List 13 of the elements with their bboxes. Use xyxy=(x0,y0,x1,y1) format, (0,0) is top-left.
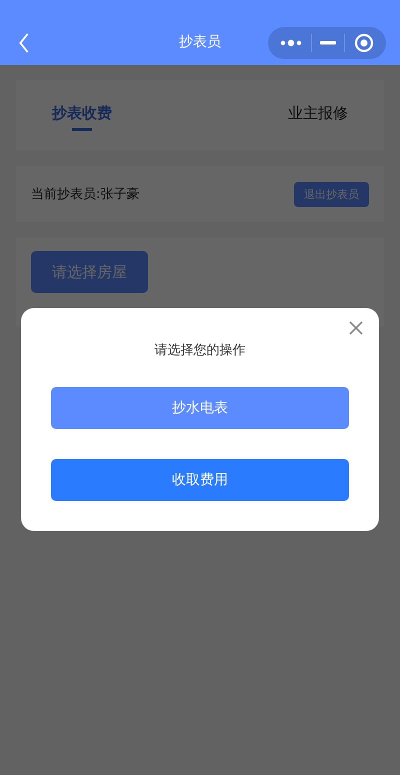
more-icon[interactable] xyxy=(280,38,302,46)
minimize-icon[interactable] xyxy=(320,40,336,44)
close-target-icon[interactable] xyxy=(354,32,374,52)
action-button[interactable]: 收取费用 xyxy=(51,459,349,501)
logout-button[interactable]: 退出抄表员 xyxy=(294,182,369,206)
dialog-title: 请选择您的操作 xyxy=(154,342,246,359)
tab[interactable]: 业主报修 xyxy=(288,98,348,134)
close-icon[interactable] xyxy=(349,321,363,335)
page-title: 抄表员 xyxy=(179,33,221,51)
select-house-button[interactable]: 请选择房屋 xyxy=(31,251,148,293)
action-button[interactable]: 抄水电表 xyxy=(51,387,349,429)
back-icon[interactable] xyxy=(18,32,30,52)
operator-label: 当前抄表员:张子豪 xyxy=(31,186,140,203)
